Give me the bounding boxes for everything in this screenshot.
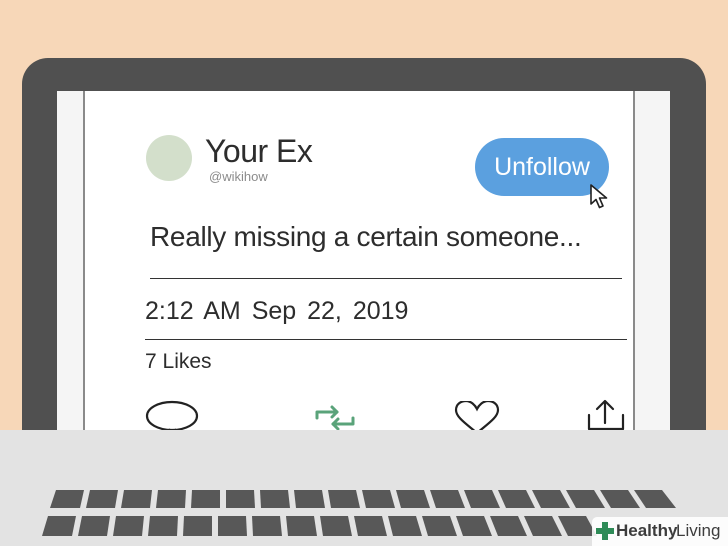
divider bbox=[145, 339, 627, 340]
likes-count[interactable]: 7 Likes bbox=[145, 350, 212, 374]
mouse-pointer-icon bbox=[590, 184, 608, 209]
reply-bubble-icon[interactable] bbox=[145, 399, 201, 432]
tweet-date: Sep 22, 2019 bbox=[251, 297, 409, 325]
tweet-text: Really missing a certain someone... bbox=[150, 221, 582, 252]
tweet-time: 2:12 AM bbox=[145, 297, 241, 325]
divider bbox=[150, 278, 622, 279]
heart-icon[interactable] bbox=[453, 401, 501, 432]
watermark-brand-bold: Healthy bbox=[616, 521, 678, 540]
profile-handle[interactable]: @wikihow bbox=[209, 169, 268, 184]
profile-name[interactable]: Your Ex bbox=[205, 133, 313, 170]
tweet-card: Your Ex @wikihow Unfollow Really missing… bbox=[83, 91, 635, 432]
plus-logo-icon bbox=[596, 522, 614, 540]
watermark-logo: Healthy Living bbox=[592, 517, 728, 546]
retweet-icon[interactable] bbox=[313, 404, 357, 432]
avatar[interactable] bbox=[146, 135, 192, 181]
tweet-timestamp: 2:12 AM Sep 22, 2019 bbox=[145, 297, 408, 326]
share-icon[interactable] bbox=[585, 399, 629, 432]
watermark-brand-light: Living bbox=[676, 521, 721, 540]
laptop-illustration: Your Ex @wikihow Unfollow Really missing… bbox=[0, 0, 728, 546]
laptop-screen: Your Ex @wikihow Unfollow Really missing… bbox=[57, 91, 670, 432]
